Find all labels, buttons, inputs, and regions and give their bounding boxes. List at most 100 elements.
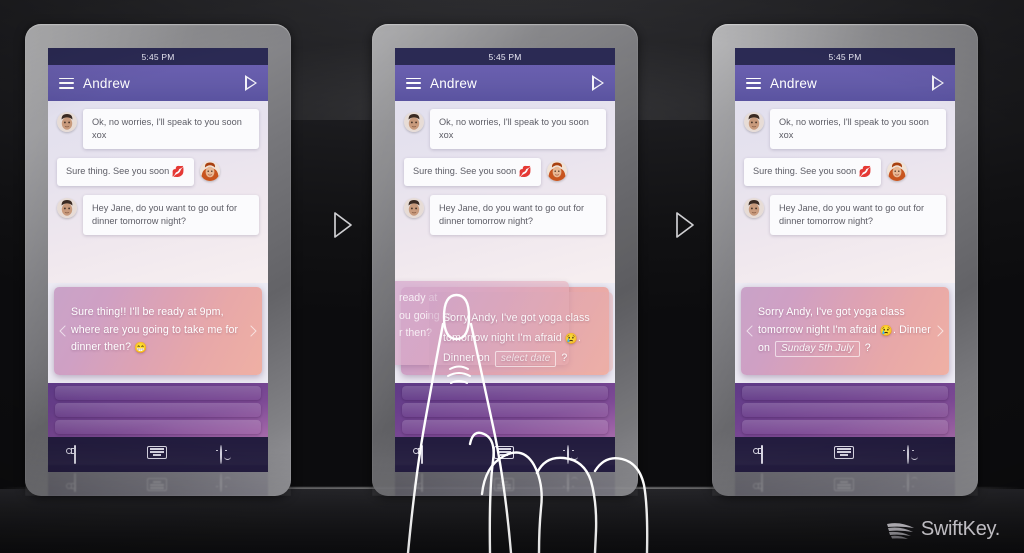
kiss-emoji: 💋 [171, 166, 185, 178]
status-bar: 5:45 PM [395, 48, 615, 65]
draft-text: Sorry Andy, I've got yoga class tomorrow… [758, 304, 932, 358]
status-bar-time: 5:45 PM [828, 51, 862, 62]
male-avatar [744, 112, 764, 132]
draft-text-body: Sure thing!! I'll be ready at 9pm, where… [71, 306, 239, 354]
message-row-incoming: Hey Jane, do you want to go out for dinn… [744, 195, 946, 235]
date-picker-field[interactable]: Sunday 5th July [775, 341, 860, 358]
draft-card-area-transitioning: ready at ou going to r then? Sorry Andy,… [395, 281, 615, 383]
conversation-list: Ok, no worries, I'll speak to you soon x… [48, 101, 268, 283]
kiss-emoji: 💋 [518, 166, 532, 178]
draft-card-area: Sorry Andy, I've got yoga class tomorrow… [735, 283, 955, 383]
conversation-list: Ok, no worries, I'll speak to you soon x… [395, 101, 615, 283]
male-avatar [404, 198, 424, 218]
message-bubble: Hey Jane, do you want to go out for dinn… [83, 195, 259, 235]
message-bubble: Ok, no worries, I'll speak to you soon x… [770, 109, 946, 149]
draft-text-end: ? [861, 342, 871, 355]
tablet-panel-step-2: 5:45 PM Andrew Ok, no worries, I'll spea… [372, 24, 638, 496]
suggestion-row[interactable] [55, 420, 261, 434]
swiftkey-swoosh-icon [886, 520, 916, 540]
status-bar-time: 5:45 PM [141, 51, 175, 62]
message-row-outgoing: Sure thing. See you soon 💋 [404, 158, 606, 186]
app-bar: Andrew [48, 65, 268, 101]
app-bar-title: Andrew [770, 75, 817, 91]
message-row-outgoing: Sure thing. See you soon 💋 [744, 158, 946, 186]
swiftkey-logo: SwiftKey. [886, 518, 1000, 541]
tablet-screen: 5:45 PM Andrew Ok, no worries, I'll spea… [48, 48, 268, 472]
scene-stage: 5:45 PM Andrew Ok, no worries, I'll spea… [0, 0, 1024, 553]
suggestion-row[interactable] [402, 386, 608, 400]
app-bar: Andrew [395, 65, 615, 101]
chevron-right-icon[interactable] [245, 325, 257, 337]
tablet-panel-step-1: 5:45 PM Andrew Ok, no worries, I'll spea… [25, 24, 291, 496]
emoji-smiley-icon[interactable] [903, 444, 929, 464]
draft-prediction-card[interactable]: Sure thing!! I'll be ready at 9pm, where… [54, 287, 262, 375]
hamburger-menu-icon[interactable] [406, 77, 421, 89]
suggestion-row[interactable] [742, 386, 948, 400]
message-bubble: Hey Jane, do you want to go out for dinn… [770, 195, 946, 235]
suggestion-row[interactable] [402, 403, 608, 417]
step-arrow-2 [672, 210, 698, 240]
message-row-outgoing: Sure thing. See you soon 💋 [57, 158, 259, 186]
step-arrow-1 [330, 210, 356, 240]
app-bar: Andrew [735, 65, 955, 101]
suggestion-row[interactable] [55, 386, 261, 400]
camera-icon[interactable] [420, 444, 443, 464]
draft-text-end: ? [558, 352, 568, 364]
keyboard-icon[interactable] [493, 445, 516, 464]
keyboard-icon[interactable] [833, 445, 856, 464]
suggestion-row[interactable] [742, 420, 948, 434]
male-avatar [744, 198, 764, 218]
grin-emoji: 😁 [134, 342, 148, 355]
chevron-right-icon[interactable] [932, 325, 944, 337]
male-avatar [404, 112, 424, 132]
message-row-incoming: Ok, no worries, I'll speak to you soon x… [57, 109, 259, 149]
message-row-incoming: Hey Jane, do you want to go out for dinn… [404, 195, 606, 235]
emoji-smiley-icon[interactable] [216, 444, 242, 464]
male-avatar [57, 112, 77, 132]
message-bubble: Sure thing. See you soon 💋 [744, 158, 881, 186]
suggestion-row[interactable] [55, 403, 261, 417]
status-bar: 5:45 PM [735, 48, 955, 65]
draft-prediction-card[interactable]: Sorry Andy, I've got yoga class tomorrow… [741, 287, 949, 375]
message-bubble: Sure thing. See you soon 💋 [404, 158, 541, 186]
female-avatar [199, 161, 220, 181]
draft-text: Sure thing!! I'll be ready at 9pm, where… [71, 304, 245, 358]
keyboard-icon[interactable] [146, 445, 169, 464]
date-picker-field[interactable]: select date [494, 351, 557, 367]
message-bubble: Ok, no worries, I'll speak to you soon x… [430, 109, 606, 149]
camera-icon[interactable] [760, 444, 783, 464]
send-arrow-icon[interactable] [592, 75, 604, 91]
send-arrow-icon[interactable] [932, 75, 944, 91]
message-bubble: Ok, no worries, I'll speak to you soon x… [83, 109, 259, 149]
send-arrow-icon[interactable] [245, 75, 257, 91]
tablet-screen: 5:45 PM Andrew Ok, no worries, I'll spea… [395, 48, 615, 472]
bottom-toolbar [735, 437, 955, 472]
hamburger-menu-icon[interactable] [746, 77, 761, 89]
incoming-draft-card[interactable]: Sorry Andy, I've got yoga class tomorrow… [429, 292, 613, 372]
reflective-floor [0, 489, 1024, 553]
camera-icon[interactable] [73, 444, 96, 464]
hamburger-menu-icon[interactable] [59, 77, 74, 89]
emoji-smiley-icon[interactable] [563, 444, 589, 464]
swiftkey-wordmark: SwiftKey. [920, 518, 1000, 540]
message-bubble: Hey Jane, do you want to go out for dinn… [430, 195, 606, 235]
suggestion-row[interactable] [742, 403, 948, 417]
chevron-left-icon[interactable] [59, 325, 71, 337]
message-text: Sure thing. See you soon [753, 166, 859, 176]
female-avatar [886, 161, 907, 181]
message-text: Sure thing. See you soon [413, 166, 519, 176]
bottom-toolbar [48, 437, 268, 472]
suggestion-row[interactable] [402, 420, 608, 434]
crying-emoji: 😢 [879, 324, 893, 337]
tablet-panel-step-3: 5:45 PM Andrew Ok, no worries, I'll spea… [712, 24, 978, 496]
chevron-left-icon[interactable] [746, 325, 758, 337]
conversation-list: Ok, no worries, I'll speak to you soon x… [735, 101, 955, 283]
message-text: Sure thing. See you soon [66, 166, 172, 176]
app-bar-title: Andrew [83, 75, 130, 91]
message-row-incoming: Ok, no worries, I'll speak to you soon x… [744, 109, 946, 149]
status-bar: 5:45 PM [48, 48, 268, 65]
message-row-incoming: Hey Jane, do you want to go out for dinn… [57, 195, 259, 235]
app-bar-title: Andrew [430, 75, 477, 91]
bottom-toolbar [395, 437, 615, 472]
male-avatar [57, 198, 77, 218]
